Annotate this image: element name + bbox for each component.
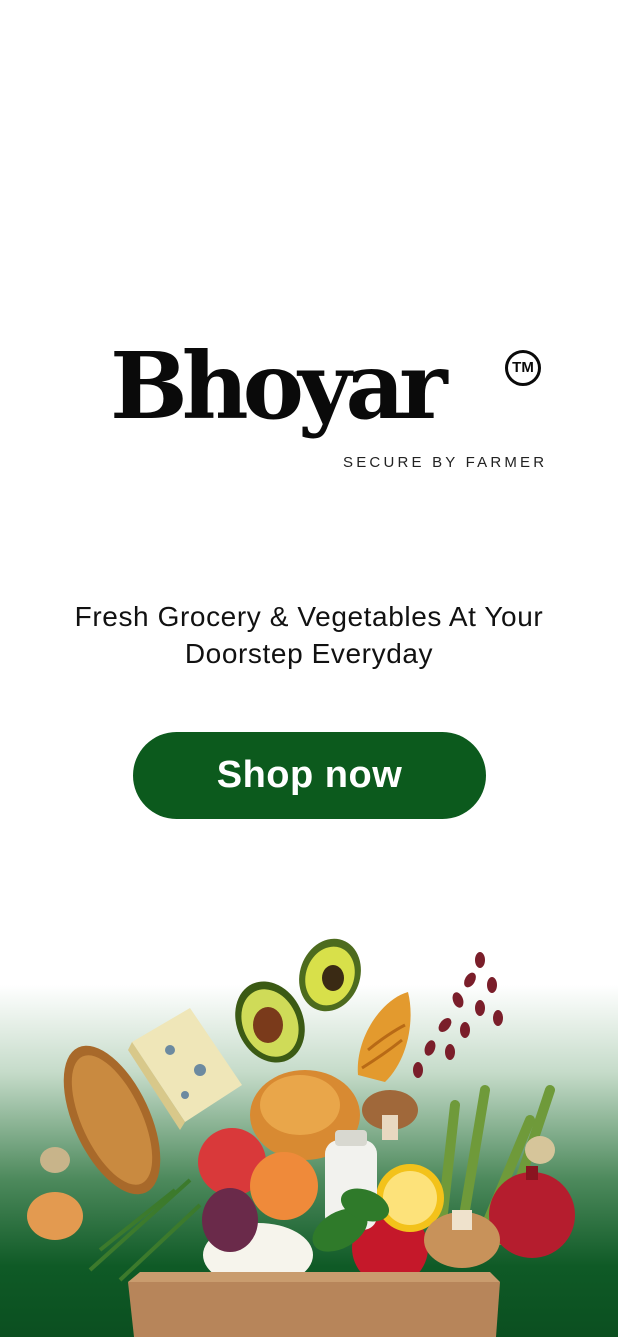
peach-icon [250,1152,318,1220]
beet-icon [202,1188,258,1252]
shop-now-button[interactable]: Shop now [133,732,486,819]
splash-screen: Bhoyar TM SECURE BY FARMER Fresh Grocery… [0,0,618,1337]
hero-headline: Fresh Grocery & Vegetables At Your Doors… [0,598,618,672]
headline-line-1: Fresh Grocery & Vegetables At Your [74,601,544,632]
paper-bag-icon [128,1272,500,1337]
egg-icon [27,1192,83,1240]
brand-logo: Bhoyar TM SECURE BY FARMER [110,340,560,480]
brand-wordmark: Bhoyar [110,332,448,440]
croissant-icon [357,992,411,1082]
mushroom-icon [362,1090,418,1140]
quail-egg-icon [40,1147,70,1173]
quail-egg-icon [525,1136,555,1164]
headline-line-2: Doorstep Everyday [184,638,434,669]
brand-tagline: SECURE BY FARMER [343,454,548,471]
avocado-half-icon [299,938,361,1012]
trademark-icon: TM [505,350,541,386]
beans-icon [413,952,503,1078]
herbs-icon [88,1178,202,1282]
grocery-bag-illustration [27,938,575,1337]
